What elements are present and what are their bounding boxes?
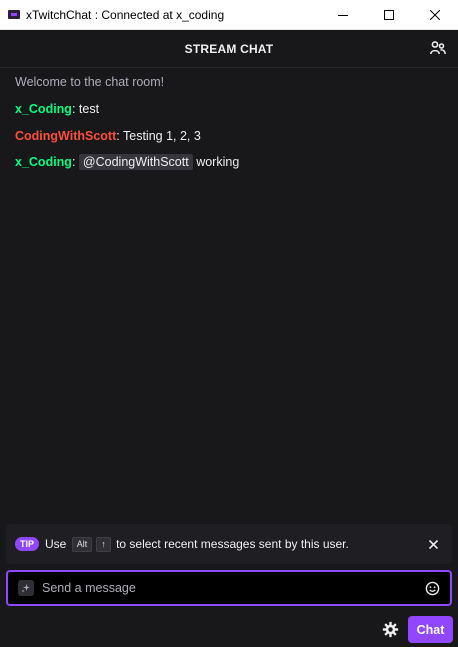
message-input[interactable] bbox=[42, 574, 422, 602]
message-separator: : bbox=[71, 155, 76, 169]
message-text: working bbox=[196, 155, 240, 169]
dismiss-tip-button[interactable] bbox=[426, 537, 440, 551]
chat-input-box bbox=[6, 570, 452, 606]
close-icon bbox=[428, 539, 438, 549]
chat-message: CodingWithScott: Testing 1, 2, 3 bbox=[15, 128, 201, 144]
community-button[interactable] bbox=[428, 38, 448, 58]
tip-bar: TIP Use Alt ↑ to select recent messages … bbox=[6, 524, 452, 564]
app-icon bbox=[8, 10, 20, 19]
minimize-button[interactable] bbox=[320, 0, 366, 29]
username[interactable]: x_Coding bbox=[15, 102, 72, 116]
sparkle-glyph bbox=[21, 584, 30, 593]
chat-header: STREAM CHAT bbox=[0, 30, 458, 68]
minimize-icon bbox=[338, 14, 348, 16]
arrow-up-key: ↑ bbox=[96, 536, 111, 552]
message-text: Testing 1, 2, 3 bbox=[123, 129, 201, 143]
chat-message: x_Coding: @CodingWithScott working bbox=[15, 154, 239, 170]
tip-text: Use Alt ↑ to select recent messages sent… bbox=[45, 536, 349, 552]
maximize-button[interactable] bbox=[366, 0, 412, 29]
chat-message: x_Coding: test bbox=[15, 101, 99, 117]
close-window-button[interactable] bbox=[412, 0, 458, 29]
title-bar: xTwitchChat : Connected at x_coding bbox=[0, 0, 458, 30]
emote-picker-button[interactable] bbox=[422, 578, 442, 598]
tip-use-label: Use bbox=[45, 537, 67, 551]
send-chat-button[interactable]: Chat bbox=[408, 616, 453, 643]
sparkle-icon[interactable] bbox=[18, 580, 34, 596]
welcome-message: Welcome to the chat room! bbox=[15, 75, 165, 89]
app-window: xTwitchChat : Connected at x_coding STRE… bbox=[0, 0, 458, 647]
message-separator: : bbox=[71, 102, 76, 116]
alt-key: Alt bbox=[71, 536, 93, 552]
message-separator: : bbox=[116, 129, 120, 143]
close-icon bbox=[430, 9, 440, 20]
mention[interactable]: @CodingWithScott bbox=[78, 154, 193, 170]
window-title: xTwitchChat : Connected at x_coding bbox=[26, 7, 225, 22]
username[interactable]: CodingWithScott bbox=[15, 129, 116, 143]
chat-header-title: STREAM CHAT bbox=[184, 41, 274, 56]
tip-badge: TIP bbox=[15, 537, 40, 551]
username[interactable]: x_Coding bbox=[15, 155, 72, 169]
chat-settings-button[interactable] bbox=[381, 620, 399, 638]
tip-description: to select recent messages sent by this u… bbox=[116, 537, 349, 551]
users-icon bbox=[430, 41, 446, 55]
message-text: test bbox=[78, 102, 100, 116]
smiley-icon bbox=[425, 581, 439, 595]
maximize-icon bbox=[384, 9, 394, 20]
gear-icon bbox=[382, 621, 398, 637]
window-controls bbox=[320, 0, 458, 29]
